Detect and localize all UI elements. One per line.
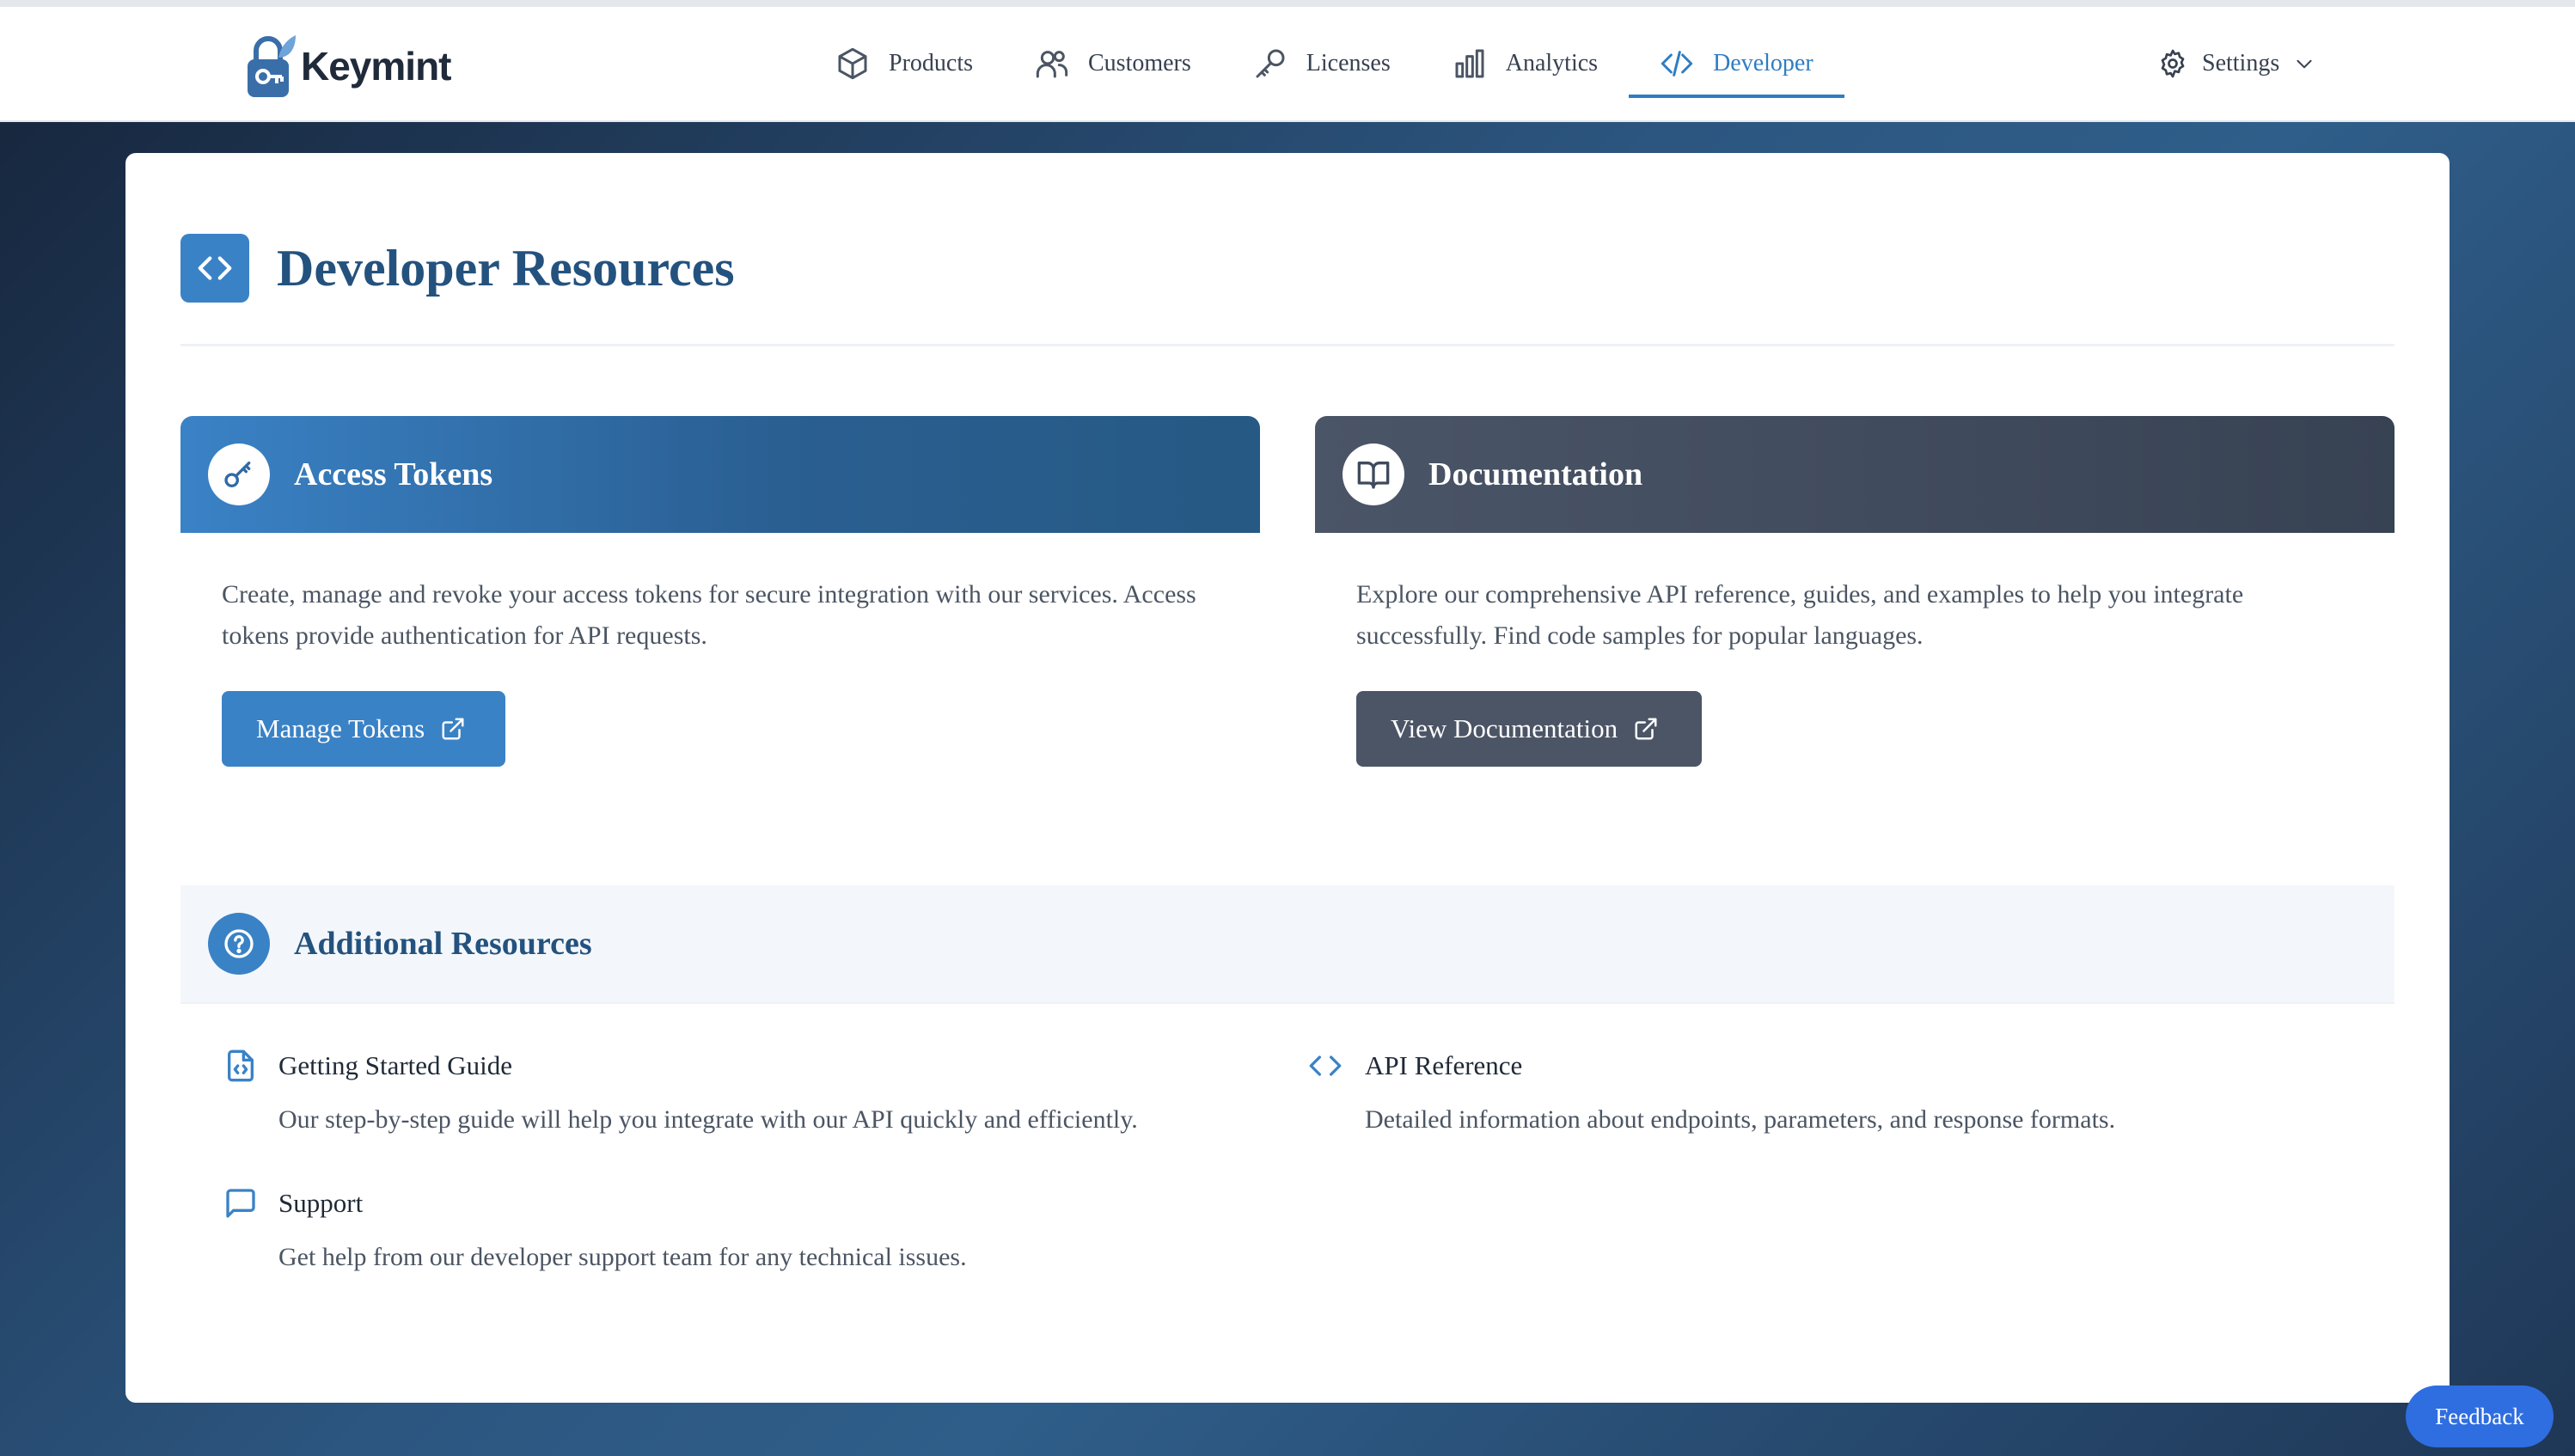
resource-api-reference[interactable]: API Reference Detailed information about… xyxy=(1306,1049,2338,1135)
nav-item-products[interactable]: Products xyxy=(804,7,1004,120)
help-circle-icon xyxy=(208,913,270,975)
documentation-panel: Documentation Explore our comprehensive … xyxy=(1315,416,2395,794)
resource-getting-started[interactable]: Getting Started Guide Our step-by-step g… xyxy=(223,1049,1255,1135)
external-link-icon xyxy=(1635,718,1657,740)
logo-lock-icon xyxy=(248,35,296,97)
top-navbar: Keymint Products Customers Licenses Anal… xyxy=(0,7,2575,122)
panel-description: Create, manage and revoke your access to… xyxy=(222,580,1196,650)
additional-resources-header: Additional Resources xyxy=(180,885,2395,1004)
box-icon xyxy=(838,47,867,80)
view-documentation-button[interactable]: View Documentation xyxy=(1356,691,1702,767)
page-title: Developer Resources xyxy=(277,239,735,297)
feedback-button[interactable]: Feedback xyxy=(2406,1386,2554,1447)
settings-menu[interactable]: Settings xyxy=(2157,7,2315,120)
app-logo[interactable]: Keymint xyxy=(244,29,451,103)
resource-title: API Reference xyxy=(1365,1050,1523,1080)
resource-title: Getting Started Guide xyxy=(278,1050,513,1080)
nav-label: Licenses xyxy=(1306,50,1391,76)
resource-support[interactable]: Support Get help from our developer supp… xyxy=(223,1186,1255,1272)
resource-title: Support xyxy=(278,1188,364,1218)
nav-item-developer[interactable]: Developer xyxy=(1629,7,1844,120)
panel-title: Access Tokens xyxy=(294,456,493,492)
gear-icon xyxy=(2161,49,2185,78)
resource-description: Our step-by-step guide will help you int… xyxy=(278,1105,1138,1134)
users-icon xyxy=(1036,51,1068,78)
nav-item-analytics[interactable]: Analytics xyxy=(1422,7,1629,120)
key-icon xyxy=(208,444,270,505)
main-nav: Products Customers Licenses Analytics De… xyxy=(804,7,1844,120)
file-code-icon xyxy=(228,1049,254,1082)
settings-label: Settings xyxy=(2202,50,2280,76)
page-header: Developer Resources xyxy=(180,234,735,303)
chat-icon xyxy=(226,1189,255,1218)
nav-label: Customers xyxy=(1088,50,1191,76)
code-icon xyxy=(1661,51,1693,76)
nav-item-licenses[interactable]: Licenses xyxy=(1222,7,1422,120)
manage-tokens-button[interactable]: Manage Tokens xyxy=(222,691,505,767)
header-divider xyxy=(180,344,2395,346)
section-title: Additional Resources xyxy=(294,926,592,962)
resource-description: Detailed information about endpoints, pa… xyxy=(1365,1105,2116,1134)
button-label: Manage Tokens xyxy=(256,713,425,743)
window-top-border xyxy=(0,0,2575,7)
bar-chart-icon xyxy=(1455,49,1484,78)
chevron-down-icon xyxy=(2297,59,2312,69)
panel-description: Explore our comprehensive API reference,… xyxy=(1356,580,2244,650)
resource-description: Get help from our developer support team… xyxy=(278,1243,967,1271)
book-open-icon xyxy=(1343,444,1404,505)
code-icon xyxy=(180,234,249,303)
nav-label: Products xyxy=(889,50,973,76)
developer-resources-card: Developer Resources Access Tokens Create… xyxy=(125,153,2450,1403)
nav-label: Analytics xyxy=(1505,50,1599,76)
panel-header: Documentation xyxy=(1315,416,2395,533)
code-brackets-icon xyxy=(1309,1055,1342,1076)
app-name: Keymint xyxy=(301,44,451,89)
nav-item-customers[interactable]: Customers xyxy=(1004,7,1222,120)
button-label: View Documentation xyxy=(1391,713,1618,743)
access-tokens-panel: Access Tokens Create, manage and revoke … xyxy=(180,416,1260,794)
external-link-icon xyxy=(442,718,464,740)
panel-title: Documentation xyxy=(1428,456,1643,492)
nav-label: Developer xyxy=(1713,50,1814,76)
key-icon xyxy=(1256,49,1285,78)
panel-header: Access Tokens xyxy=(180,416,1260,533)
